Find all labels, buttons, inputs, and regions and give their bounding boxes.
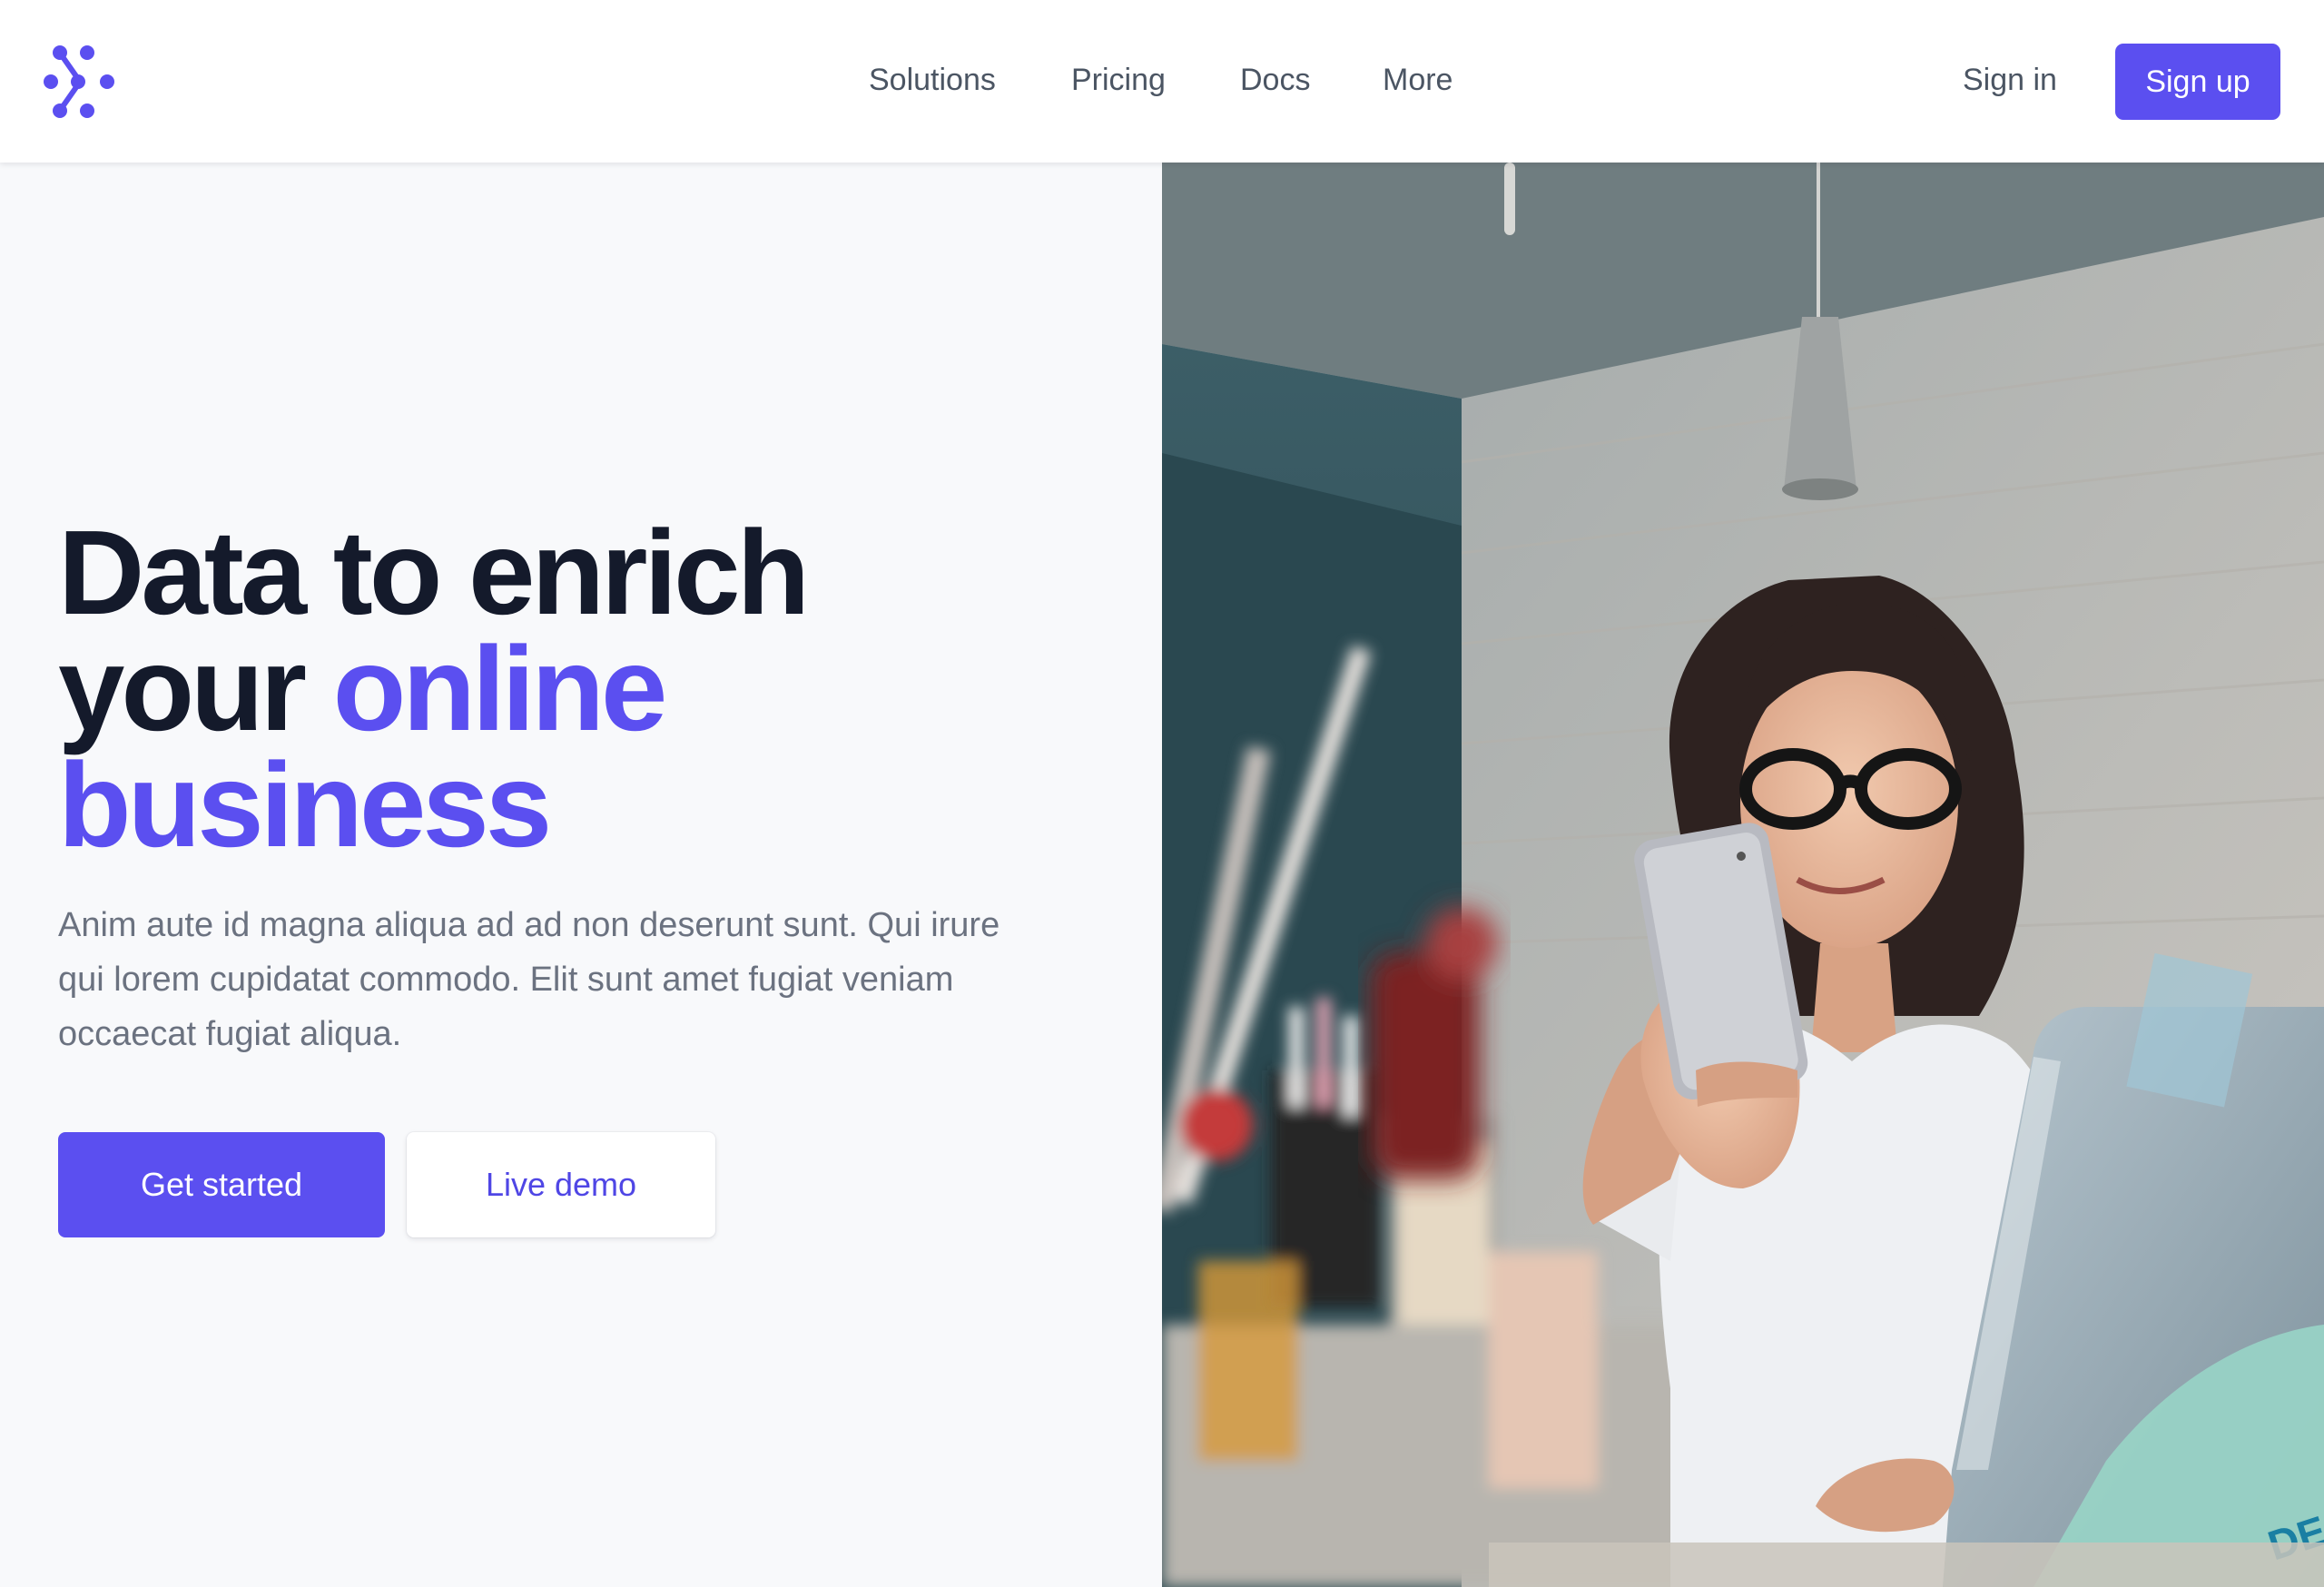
site-header: Solutions Pricing Docs More Sign in Sign…: [0, 0, 2324, 163]
headline-line-1: Data to enrich: [58, 506, 810, 639]
hero-description: Anim aute id magna aliqua ad ad non dese…: [58, 906, 1000, 1053]
nav-solutions[interactable]: Solutions: [869, 60, 996, 100]
hero-content: Data to enrich your online business Anim…: [0, 163, 1162, 1587]
nav-pricing[interactable]: Pricing: [1071, 60, 1166, 100]
hero-headline: Data to enrich your online business: [58, 513, 1102, 865]
get-started-button[interactable]: Get started: [58, 1132, 385, 1237]
nav-docs[interactable]: Docs: [1240, 60, 1310, 100]
live-demo-button[interactable]: Live demo: [407, 1132, 715, 1237]
hero-photo: DE: [1162, 163, 2324, 1587]
sign-up-button[interactable]: Sign up: [2115, 44, 2280, 120]
headline-line-2: your: [58, 622, 333, 755]
sign-in-link[interactable]: Sign in: [1963, 60, 2057, 100]
nav-more[interactable]: More: [1383, 60, 1452, 100]
woman-with-phone-photo-icon: DE: [1162, 163, 2324, 1587]
